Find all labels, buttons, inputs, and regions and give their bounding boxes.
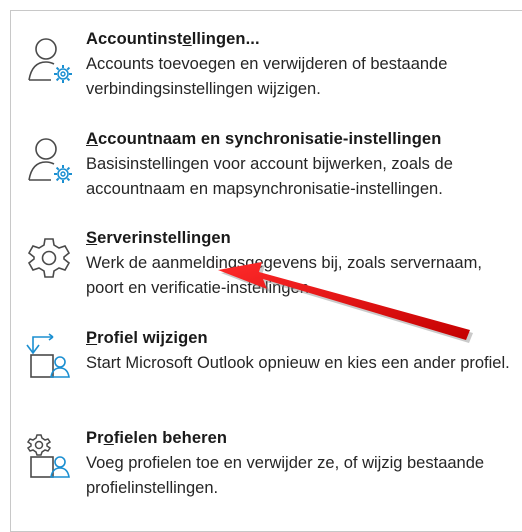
manage-profiles-icon xyxy=(26,434,70,478)
menu-item-change-profile[interactable]: Profiel wijzigen Start Microsoft Outlook… xyxy=(11,327,522,407)
menu-item-server-settings[interactable]: Serverinstellingen Werk de aanmeldingsge… xyxy=(11,227,522,307)
menu-item-title: Accountinstellingen... xyxy=(86,30,260,48)
menu-item-description: Basisinstellingen voor account bijwerken… xyxy=(86,155,453,198)
gear-icon xyxy=(27,238,71,278)
menu-item-title: Profielen beheren xyxy=(86,429,228,447)
menu-item-description: Start Microsoft Outlook opnieuw en kies … xyxy=(86,354,510,372)
menu-item-title: Profiel wijzigen xyxy=(86,329,208,347)
menu-item-description: Accounts toevoegen en verwijderen of bes… xyxy=(86,55,448,98)
menu-item-title: Serverinstellingen xyxy=(86,229,231,247)
menu-item-title: Accountnaam en synchronisatie-instelling… xyxy=(86,130,442,148)
menu-item-description: Voeg profielen toe en verwijder ze, of w… xyxy=(86,454,485,497)
account-settings-icon xyxy=(28,38,72,83)
account-settings-menu: Accountinstellingen... Accounts toevoege… xyxy=(10,10,522,532)
menu-item-description: Werk de aanmeldingsgegevens bij, zoals s… xyxy=(86,254,482,297)
menu-item-account-settings[interactable]: Accountinstellingen... Accounts toevoege… xyxy=(11,28,522,108)
menu-item-account-name-sync[interactable]: Accountnaam en synchronisatie-instelling… xyxy=(11,128,522,208)
menu-item-manage-profiles[interactable]: Profielen beheren Voeg profielen toe en … xyxy=(11,427,522,507)
switch-profile-icon xyxy=(26,333,70,378)
account-sync-icon xyxy=(28,138,72,183)
